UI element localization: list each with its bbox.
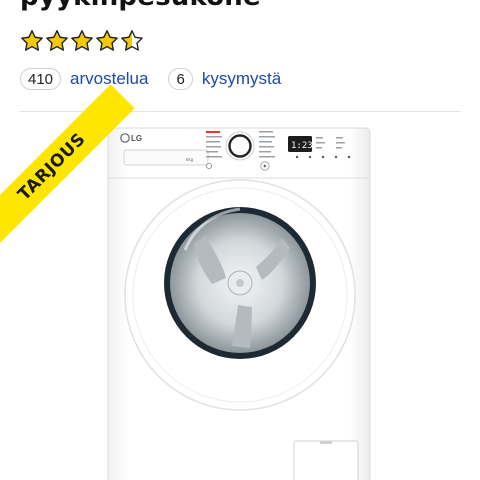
filter-cover [293, 440, 359, 480]
rating-meta-row: 410 arvostelua 6 kysymystä [20, 67, 301, 91]
rating-stars[interactable] [20, 29, 144, 53]
questions-count-badge: 6 [168, 68, 193, 90]
star-full-icon [21, 30, 43, 51]
reviews-count-badge: 410 [20, 68, 62, 90]
capacity-label: 8kg [186, 157, 194, 162]
product-title: pyykinpesukone [20, 0, 261, 12]
display-time: 1:23 [291, 141, 313, 151]
star-full-icon [46, 30, 68, 51]
star-full-icon [71, 30, 93, 51]
questions-link[interactable]: kysymystä [202, 69, 281, 89]
brand-label: LG [131, 134, 142, 143]
detergent-drawer [123, 149, 209, 166]
star-half-icon [121, 30, 143, 51]
star-full-icon [96, 30, 118, 51]
